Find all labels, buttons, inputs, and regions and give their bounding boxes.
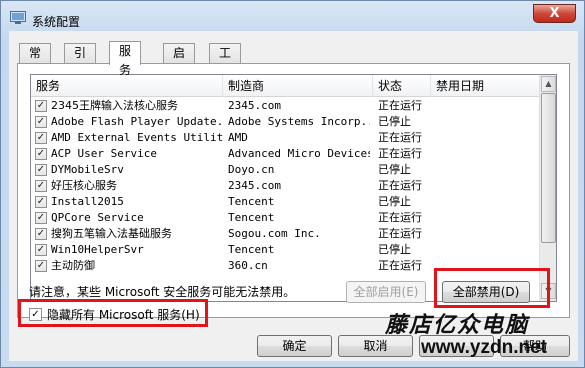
service-status: 已停止 <box>378 115 411 128</box>
service-manufacturer: Doyo.cn <box>228 163 275 176</box>
ok-button[interactable]: 确定 <box>257 335 332 357</box>
service-checkbox[interactable]: ✓ <box>35 148 47 160</box>
system-config-icon <box>10 11 26 24</box>
table-row[interactable]: ✓ ACP User Service Advanced Micro Device… <box>31 146 541 162</box>
table-row[interactable]: ✓ QPCore Service Tencent 正在运行 <box>31 210 541 226</box>
service-status: 正在运行 <box>378 147 422 160</box>
tab-startup[interactable]: 启动 <box>163 43 196 79</box>
tab-tools[interactable]: 工具 <box>209 43 242 79</box>
service-status: 已停止 <box>378 163 411 176</box>
table-row[interactable]: ✓ AMD External Events Utility AMD 正在运行 <box>31 130 541 146</box>
watermark-url: www.yzdn.net <box>421 337 547 358</box>
service-checkbox[interactable]: ✓ <box>35 212 47 224</box>
service-manufacturer: Adobe Systems Incorp... <box>228 115 370 128</box>
service-checkbox[interactable]: ✓ <box>35 164 47 176</box>
service-manufacturer: Tencent <box>228 195 275 208</box>
watermark-cn: 藤店亿众电脑 <box>385 312 530 338</box>
column-header-manufacturer[interactable]: 制造商 <box>223 75 373 97</box>
service-name: 2345王牌输入法核心服务 <box>51 99 178 112</box>
scroll-up-icon[interactable]: ▲ <box>541 76 556 92</box>
service-checkbox[interactable]: ✓ <box>35 260 47 272</box>
service-manufacturer: 360.cn <box>228 259 268 272</box>
service-name: Install2015 <box>51 195 124 208</box>
service-checkbox[interactable]: ✓ <box>35 132 47 144</box>
table-row[interactable]: ✓ 好压核心服务 2345.com 正在运行 <box>31 178 541 194</box>
service-name: DYMobileSrv <box>51 163 124 176</box>
service-name: Adobe Flash Player Update... <box>51 115 223 128</box>
service-status: 正在运行 <box>378 179 422 192</box>
column-header-status[interactable]: 状态 <box>373 75 431 97</box>
close-button[interactable]: X <box>533 4 576 23</box>
service-manufacturer: Tencent <box>228 211 275 224</box>
highlight-box-disable-all <box>434 268 550 308</box>
system-config-window: 系统配置 X 常规 引导 服务 启动 工具 服务 制造商 状态 禁用日期 ✓ <box>0 0 585 368</box>
service-name: Win10HelperSvr <box>51 243 144 256</box>
table-row[interactable]: ✓ 搜狗五笔输入法基础服务 Sogou.com Inc. 正在运行 <box>31 226 541 242</box>
service-name: ACP User Service <box>51 147 157 160</box>
service-status: 已停止 <box>378 243 411 256</box>
table-row[interactable]: ✓ Win10HelperSvr Tencent 已停止 <box>31 242 541 258</box>
service-manufacturer: 2345.com <box>228 99 281 112</box>
table-row[interactable]: ✓ 2345王牌输入法核心服务 2345.com 正在运行 <box>31 98 541 114</box>
service-name: AMD External Events Utility <box>51 131 223 144</box>
table-row[interactable]: ✓ DYMobileSrv Doyo.cn 已停止 <box>31 162 541 178</box>
scroll-thumb[interactable] <box>541 93 556 243</box>
service-checkbox[interactable]: ✓ <box>35 228 47 240</box>
site-watermark: 藤店亿众电脑 www.yzdn.net <box>385 307 580 365</box>
security-note: 请注意，某些 Microsoft 安全服务可能无法禁用。 <box>29 285 296 299</box>
service-manufacturer: Advanced Micro Devices <box>228 147 370 160</box>
tab-boot[interactable]: 引导 <box>64 43 97 79</box>
tab-services[interactable]: 服务 <box>109 41 142 77</box>
service-manufacturer: Sogou.com Inc. <box>228 227 321 240</box>
service-manufacturer: 2345.com <box>228 179 281 192</box>
service-manufacturer: AMD <box>228 131 248 144</box>
column-header-disabled-date[interactable]: 禁用日期 <box>431 75 541 97</box>
service-name: 好压核心服务 <box>51 179 117 192</box>
title-bar[interactable]: 系统配置 X <box>1 1 585 33</box>
service-name: QPCore Service <box>51 211 144 224</box>
service-manufacturer: Tencent <box>228 243 275 256</box>
table-row[interactable]: ✓ Adobe Flash Player Update... Adobe Sys… <box>31 114 541 130</box>
service-status: 正在运行 <box>378 131 422 144</box>
service-status: 正在运行 <box>378 259 422 272</box>
service-name: 主动防御 <box>51 259 95 272</box>
window-title: 系统配置 <box>32 15 81 29</box>
service-name: 搜狗五笔输入法基础服务 <box>51 227 172 240</box>
table-row[interactable]: ✓ Install2015 Tencent 已停止 <box>31 194 541 210</box>
service-checkbox[interactable]: ✓ <box>35 180 47 192</box>
service-checkbox[interactable]: ✓ <box>35 116 47 128</box>
service-status: 正在运行 <box>378 211 422 224</box>
tab-general[interactable]: 常规 <box>19 43 52 79</box>
highlight-box-hide-ms <box>18 299 208 327</box>
list-header: 服务 制造商 状态 禁用日期 <box>31 75 541 97</box>
service-status: 正在运行 <box>378 99 422 112</box>
enable-all-button[interactable]: 全部启用(E) <box>346 281 426 303</box>
service-status: 已停止 <box>378 195 411 208</box>
service-checkbox[interactable]: ✓ <box>35 100 47 112</box>
service-status: 正在运行 <box>378 227 422 240</box>
service-checkbox[interactable]: ✓ <box>35 244 47 256</box>
service-checkbox[interactable]: ✓ <box>35 196 47 208</box>
